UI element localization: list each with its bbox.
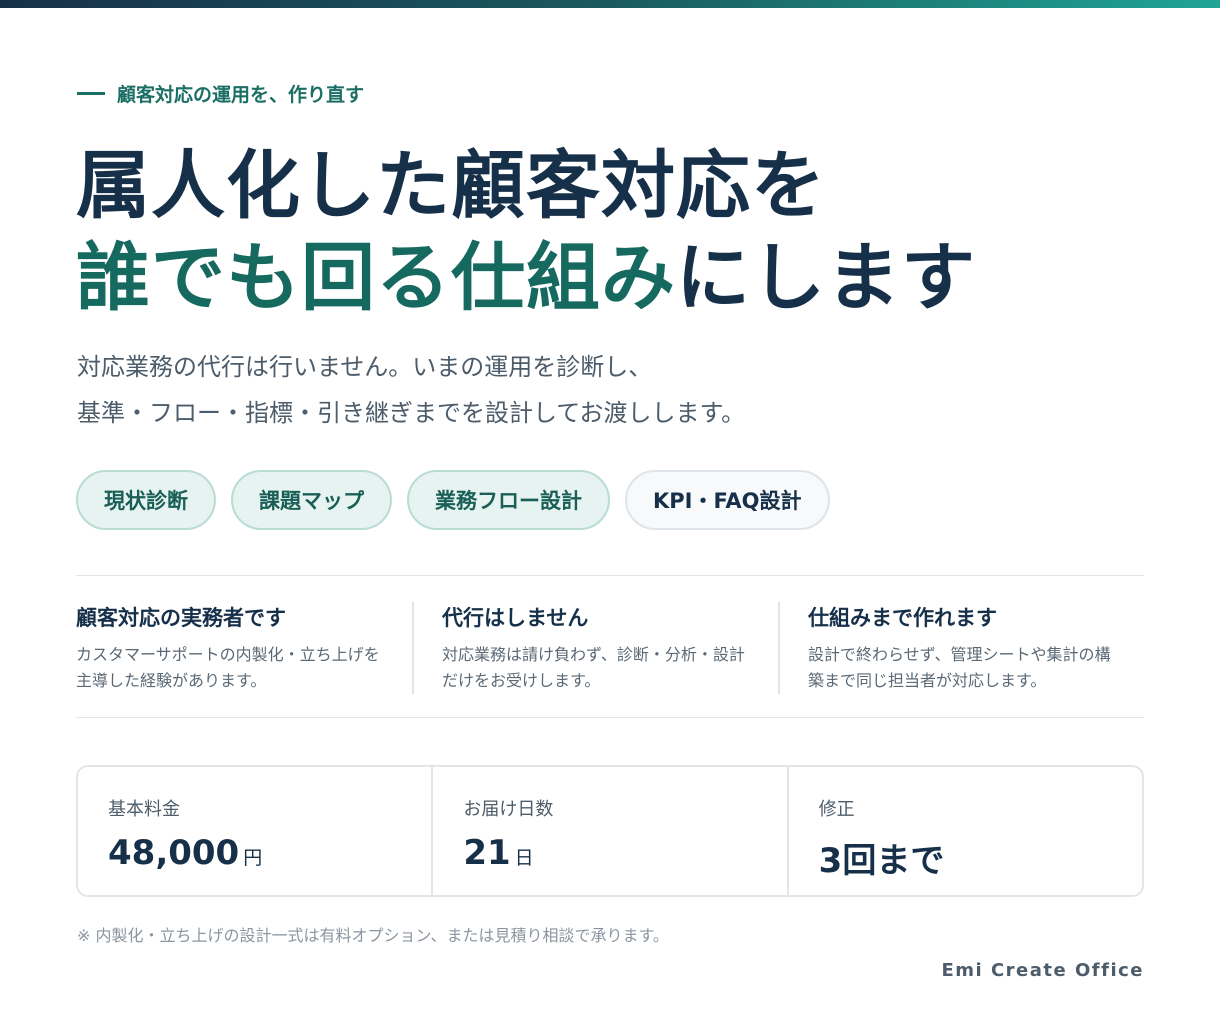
price-label: 基本料金 bbox=[108, 799, 180, 820]
top-accent-bar bbox=[0, 0, 1220, 8]
tag-diagnosis: 現状診断 bbox=[76, 470, 216, 530]
feature-desc-line: 設計で終わらせず、管理シートや集計の構 bbox=[808, 645, 1111, 664]
pricing-table: 基本料金 48,000 円 お届け日数 21 日 修正 3回まで bbox=[76, 765, 1144, 897]
delivery-amount: 21 bbox=[463, 833, 511, 873]
feature-title: 顧客対応の実務者です bbox=[76, 606, 286, 630]
delivery-value: 21 日 bbox=[463, 833, 756, 873]
headline-line-1: 属人化した顧客対応を bbox=[76, 143, 826, 229]
tag-flow-design: 業務フロー設計 bbox=[407, 470, 610, 530]
divider-bottom bbox=[76, 717, 1144, 718]
headline-line-2: 誰でも回る仕組みにします bbox=[76, 232, 976, 324]
feature-desc-line: 主導した経験があります。 bbox=[76, 671, 267, 690]
feature-desc-line: 対応業務は請け負わず、診断・分析・設計 bbox=[442, 645, 745, 664]
price-cell: 基本料金 48,000 円 bbox=[78, 767, 431, 895]
eyebrow: 顧客対応の運用を、作り直す bbox=[77, 80, 364, 107]
lead-line-1: 対応業務の代行は行いません。いまの運用を診断し、 bbox=[77, 353, 653, 381]
revision-cell: 修正 3回まで bbox=[786, 767, 1142, 895]
features: 顧客対応の実務者です カスタマーサポートの内製化・立ち上げを 主導した経験があり… bbox=[76, 602, 1144, 694]
headline-accent: 誰でも回る仕組み bbox=[76, 235, 676, 321]
lead-line-2: 基準・フロー・指標・引き継ぎまでを設計してお渡しします。 bbox=[77, 399, 746, 427]
delivery-unit: 日 bbox=[514, 847, 534, 869]
headline: 属人化した顧客対応を 誰でも回る仕組みにします bbox=[76, 140, 976, 324]
revision-value: 3回まで bbox=[818, 841, 945, 881]
delivery-label: お届け日数 bbox=[463, 799, 554, 820]
footnote: ※ 内製化・立ち上げの設計一式は有料オプション、または見積り相談で承ります。 bbox=[77, 926, 669, 945]
price-value: 48,000 円 bbox=[108, 833, 401, 873]
tag-issue-map: 課題マップ bbox=[231, 470, 392, 530]
feature-desc-line: カスタマーサポートの内製化・立ち上げを bbox=[76, 645, 380, 664]
feature-title: 仕組みまで作れます bbox=[808, 606, 997, 630]
service-tags: 現状診断 課題マップ 業務フロー設計 KPI・FAQ設計 bbox=[76, 470, 830, 530]
price-amount: 48,000 bbox=[108, 833, 240, 873]
brand-name: Emi Create Office bbox=[941, 960, 1144, 981]
feature-title: 代行はしません bbox=[442, 606, 589, 630]
feature-no-outsourcing: 代行はしません 対応業務は請け負わず、診断・分析・設計 だけをお受けします。 bbox=[412, 602, 778, 694]
eyebrow-text: 顧客対応の運用を、作り直す bbox=[117, 84, 365, 106]
feature-desc: 設計で終わらせず、管理シートや集計の構 築まで同じ担当者が対応します。 bbox=[808, 642, 1124, 694]
feature-desc: 対応業務は請け負わず、診断・分析・設計 だけをお受けします。 bbox=[442, 642, 758, 694]
feature-build-systems: 仕組みまで作れます 設計で終わらせず、管理シートや集計の構 築まで同じ担当者が対… bbox=[778, 602, 1144, 694]
feature-desc-line: 築まで同じ担当者が対応します。 bbox=[808, 671, 1047, 690]
feature-practitioner: 顧客対応の実務者です カスタマーサポートの内製化・立ち上げを 主導した経験があり… bbox=[76, 602, 412, 694]
feature-desc-line: だけをお受けします。 bbox=[442, 671, 601, 690]
price-unit: 円 bbox=[243, 847, 263, 869]
divider-top bbox=[76, 575, 1144, 576]
lead-text: 対応業務の代行は行いません。いまの運用を診断し、 基準・フロー・指標・引き継ぎま… bbox=[77, 344, 745, 436]
delivery-cell: お届け日数 21 日 bbox=[431, 767, 786, 895]
revision-label: 修正 bbox=[818, 799, 855, 820]
tag-kpi-faq: KPI・FAQ設計 bbox=[625, 470, 830, 530]
eyebrow-rule bbox=[77, 92, 105, 95]
headline-rest: にします bbox=[676, 235, 976, 321]
feature-desc: カスタマーサポートの内製化・立ち上げを 主導した経験があります。 bbox=[76, 642, 392, 694]
